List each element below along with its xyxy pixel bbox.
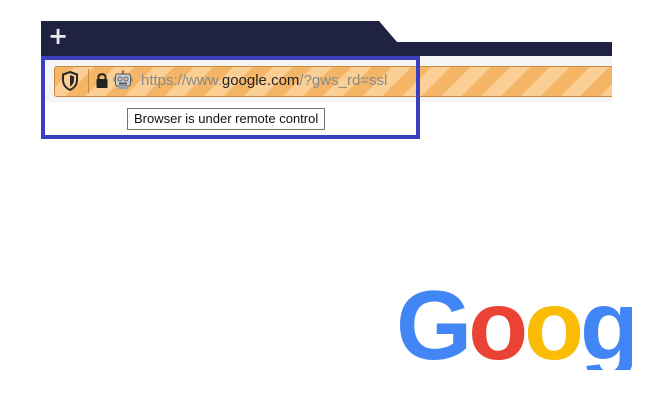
remote-control-tooltip: Browser is under remote control	[127, 108, 326, 130]
tab-strip-edge	[379, 21, 612, 42]
logo-letter: o	[468, 280, 528, 370]
new-tab-button[interactable]: +	[48, 24, 68, 48]
logo-letter: o	[524, 280, 584, 370]
google-logo: Goog	[396, 280, 632, 370]
logo-letter: g	[579, 280, 632, 370]
logo-letter: G	[396, 280, 472, 370]
